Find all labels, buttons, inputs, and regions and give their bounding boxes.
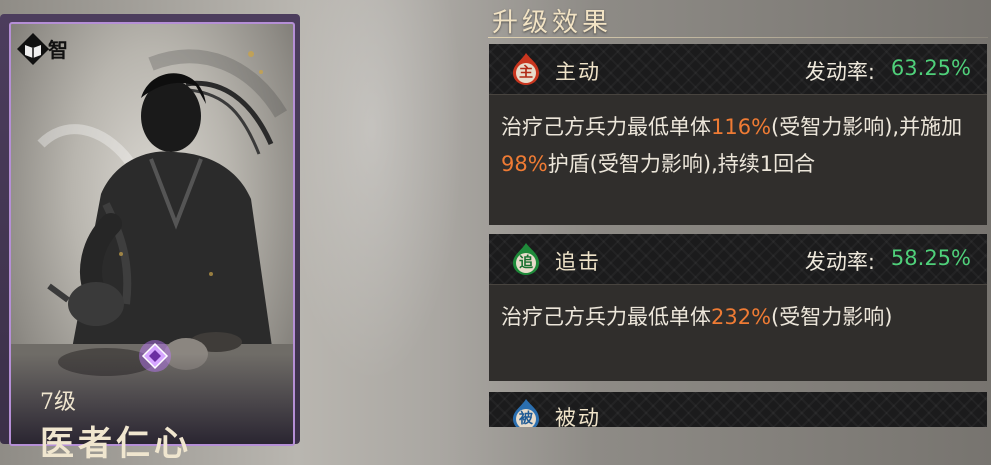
- desc-text: 护盾(受智力影响),持续1回合: [547, 152, 816, 176]
- desc-text: (受智力影响),并施加: [771, 115, 963, 139]
- desc-text: (受智力影响): [771, 305, 893, 329]
- desc-highlight: 116%: [711, 115, 772, 139]
- desc-text: 治疗己方兵力最低单体: [501, 115, 711, 139]
- purple-gem-icon: [138, 339, 172, 373]
- skill-description: 治疗己方兵力最低单体232%(受智力影响): [501, 299, 973, 336]
- rate-value: 63.25%: [890, 56, 971, 80]
- rate-label: 发动率:: [804, 250, 875, 274]
- skill-icon-char: 追: [519, 255, 533, 271]
- hero-card-inner: [9, 22, 295, 446]
- skill-type-label: 被动: [555, 406, 601, 427]
- card-name: 医者仁心: [40, 424, 192, 464]
- card-level: 7级: [40, 390, 76, 415]
- skill-type-label: 追击: [555, 250, 601, 274]
- rate-label: 发动率:: [804, 60, 875, 84]
- desc-highlight: 232%: [711, 305, 772, 329]
- skill-description: 治疗己方兵力最低单体116%(受智力影响),并施加 98%护盾(受智力影响),持续…: [501, 109, 973, 183]
- rate-value: 58.25%: [890, 246, 971, 270]
- type-label: 智: [48, 38, 68, 62]
- skill-icon-char: 被: [519, 411, 533, 427]
- skill-body-active: 治疗己方兵力最低单体116%(受智力影响),并施加 98%护盾(受智力影响),持续…: [489, 94, 987, 225]
- skill-header-chase[interactable]: 追 追击 发动率: 58.25%: [489, 234, 987, 284]
- section-title: 升级效果: [492, 8, 613, 38]
- skill-header-active[interactable]: 主 主动 发动率: 63.25%: [489, 44, 987, 94]
- skill-header-passive[interactable]: 被 被动: [489, 392, 987, 427]
- desc-highlight: 98%: [501, 152, 548, 176]
- skill-icon-char: 主: [519, 65, 533, 81]
- skill-body-chase: 治疗己方兵力最低单体232%(受智力影响): [489, 284, 987, 381]
- desc-text: 治疗己方兵力最低单体: [501, 305, 711, 329]
- title-divider: [488, 37, 988, 38]
- book-icon: [16, 32, 50, 66]
- skill-type-label: 主动: [555, 60, 601, 84]
- background-mist: [300, 0, 480, 427]
- hero-card[interactable]: 智 7级 医者仁心: [0, 14, 300, 464]
